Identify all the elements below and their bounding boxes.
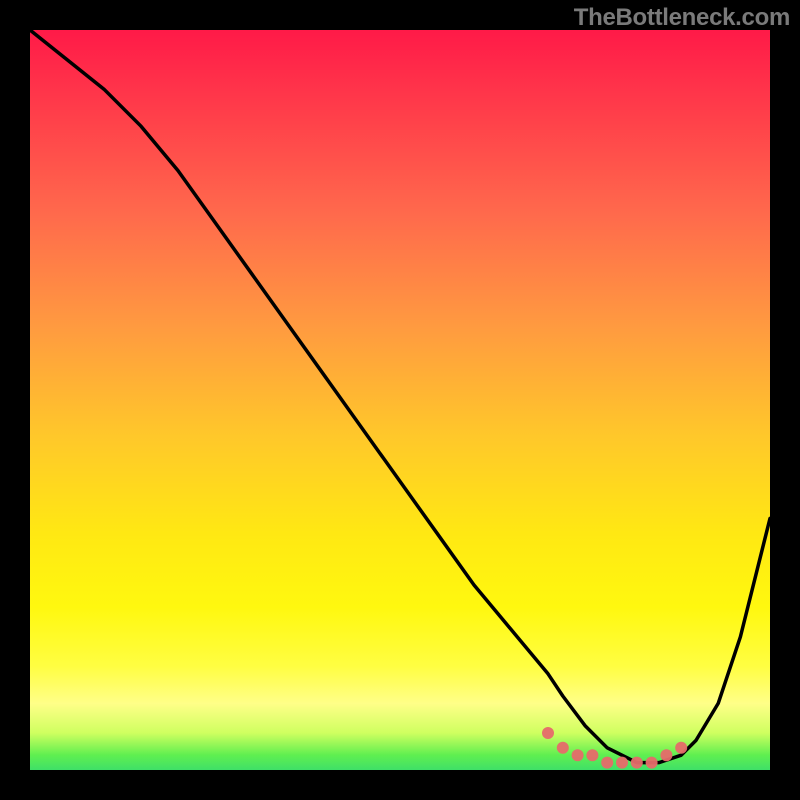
watermark-text: TheBottleneck.com [574,4,790,32]
plot-area [30,30,770,770]
gradient-background [30,30,770,770]
chart-frame: TheBottleneck.com [0,0,800,800]
